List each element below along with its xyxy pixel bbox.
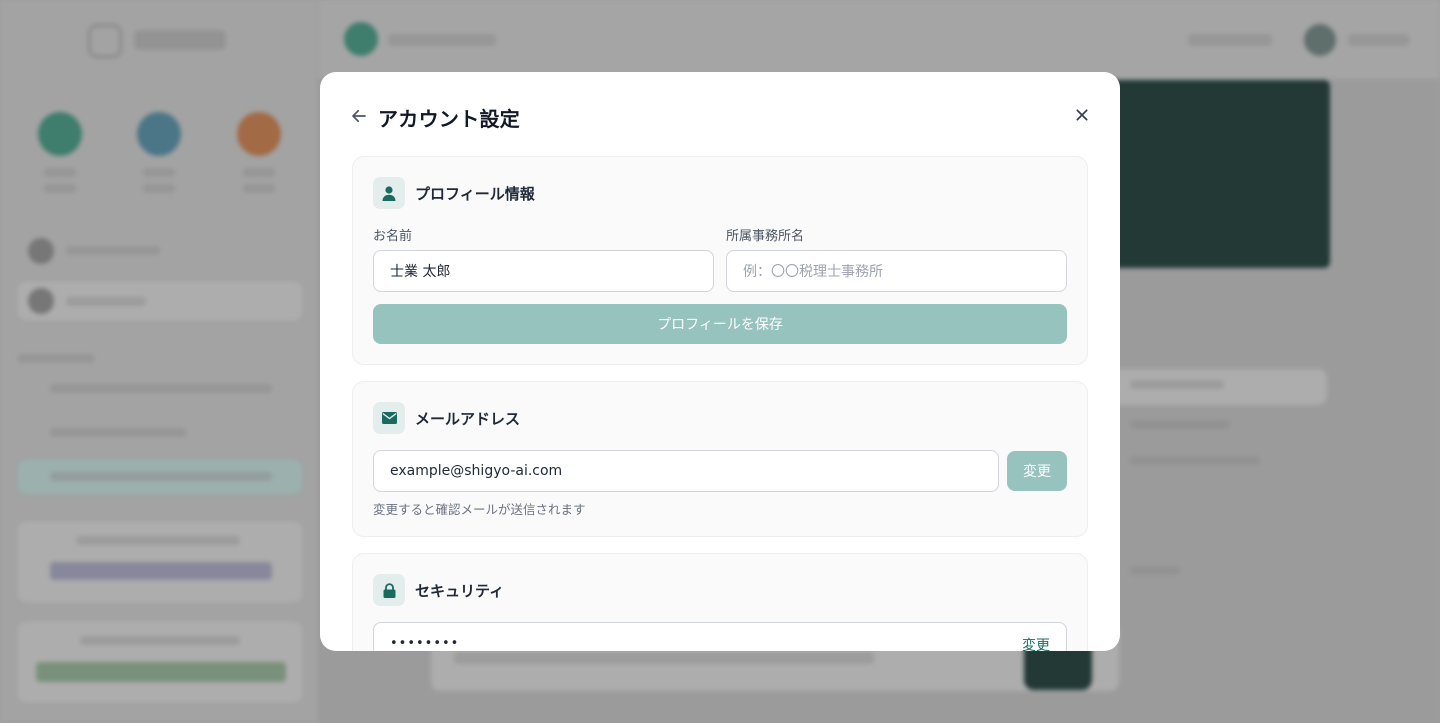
password-mask: •••••••• [390,635,460,651]
modal-header: アカウント設定 [320,72,1120,156]
save-profile-button[interactable]: プロフィールを保存 [373,304,1067,344]
office-label: 所属事務所名 [726,229,805,244]
email-help-text: 変更すると確認メールが送信されます [373,502,586,517]
lock-icon [373,574,405,606]
email-card-title: メールアドレス [415,409,521,428]
profile-card-title: プロフィール情報 [415,184,535,203]
change-email-button[interactable]: 変更 [1007,451,1067,491]
background-dark-panel [1090,80,1330,268]
shortcut-icon [137,112,181,156]
account-settings-modal: アカウント設定 プロフィール情報 お名前 所属事務所名 士業 太郎 例：〇〇税理… [320,72,1120,651]
name-input[interactable]: 士業 太郎 [373,250,714,292]
password-field: •••••••• [373,622,1067,651]
background-topbar [318,0,1440,80]
modal-title: アカウント設定 [378,107,521,131]
close-icon [1076,109,1088,121]
profile-card-header: プロフィール情報 [373,177,535,209]
close-button[interactable] [1072,105,1092,125]
envelope-icon [373,402,405,434]
user-icon [373,177,405,209]
security-card-header: セキュリティ [373,574,504,606]
security-card-title: セキュリティ [415,581,505,600]
email-card-header: メールアドレス [373,402,520,434]
background-sidebar [0,0,318,723]
email-input[interactable]: example@shigyo-ai.com [373,450,999,492]
name-label: お名前 [373,229,413,244]
email-card: メールアドレス example@shigyo-ai.com 変更 変更すると確認… [352,381,1088,537]
arrow-left-icon [352,109,366,123]
security-card: セキュリティ •••••••• 変更 [352,553,1088,651]
app-logo [88,22,238,58]
shortcut-icon [237,112,281,156]
shortcut-icon [38,112,82,156]
office-name-input[interactable]: 例：〇〇税理士事務所 [726,250,1067,292]
back-button[interactable] [348,105,370,127]
profile-card: プロフィール情報 お名前 所属事務所名 士業 太郎 例：〇〇税理士事務所 プロフ… [352,156,1088,365]
change-password-link[interactable]: 変更 [1022,635,1050,651]
